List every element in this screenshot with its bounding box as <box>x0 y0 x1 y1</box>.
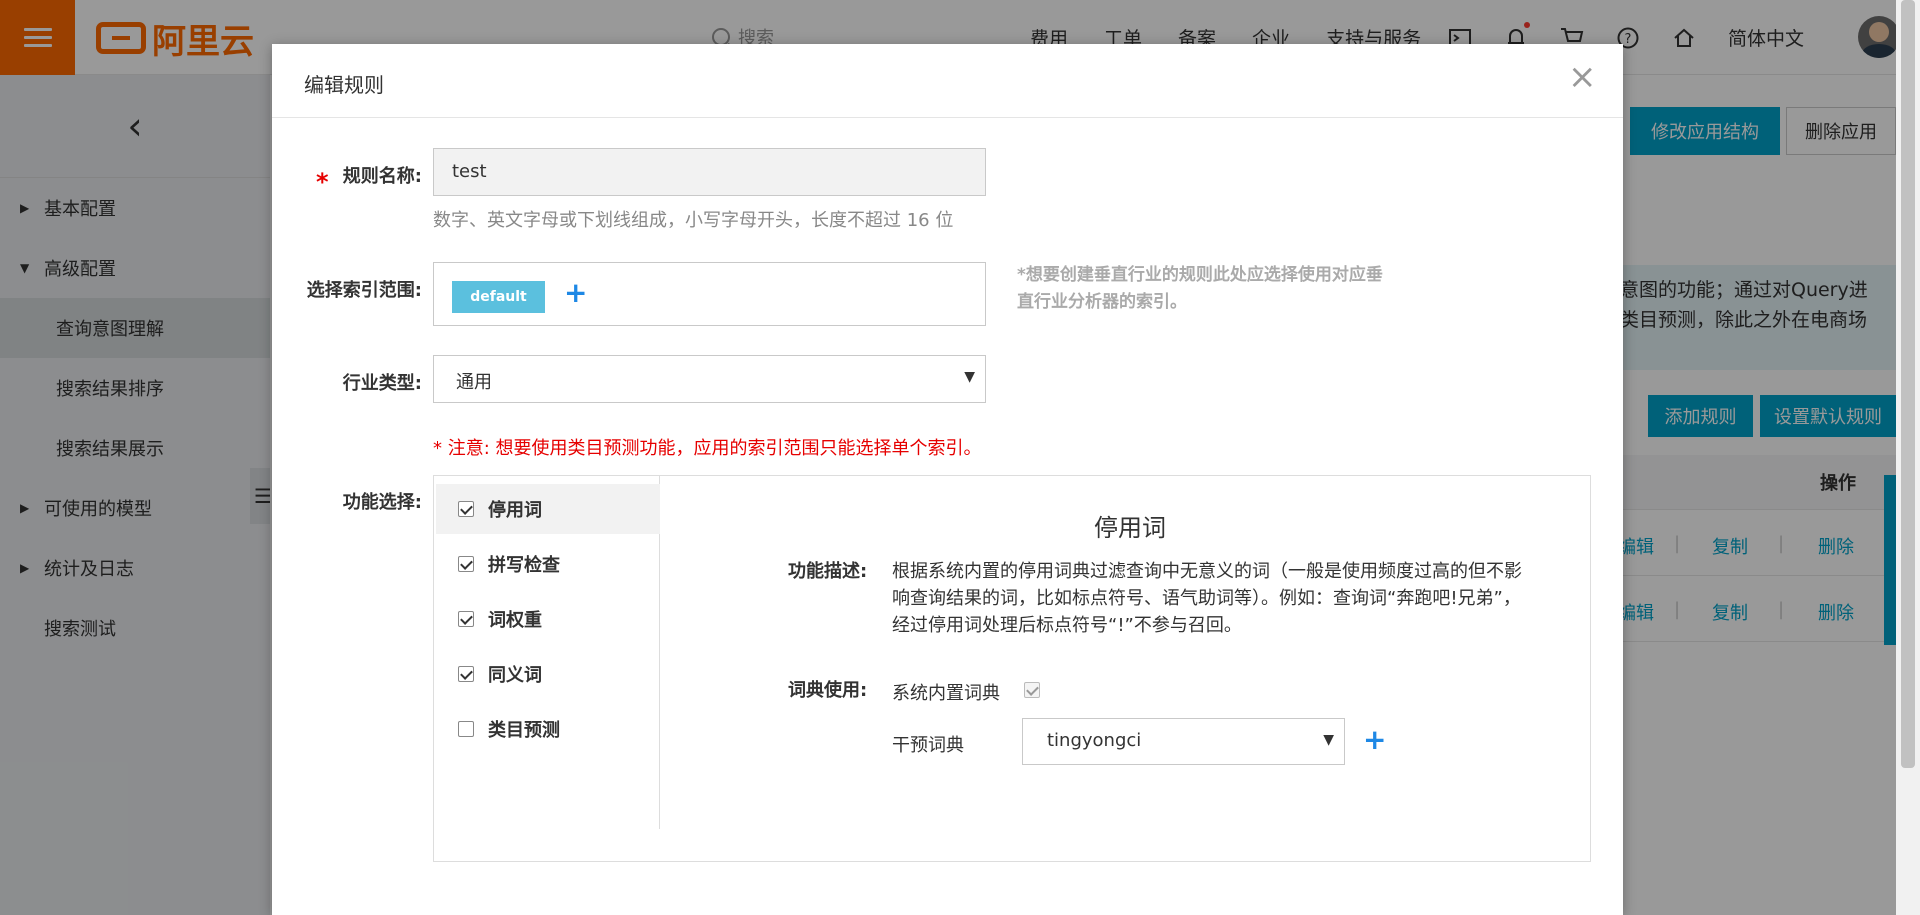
scrollbar-thumb[interactable] <box>1901 0 1915 768</box>
function-item-label: 类目预测 <box>488 720 560 741</box>
builtin-dict-label: 系统内置词典 <box>892 683 1000 704</box>
function-item-label: 拼写检查 <box>488 555 560 576</box>
function-select-label: 功能选择: <box>342 492 422 513</box>
detail-title: 停用词 <box>1094 514 1166 542</box>
category-predict-checkbox[interactable] <box>458 721 474 737</box>
dialog-header: 编辑规则 × <box>272 44 1623 118</box>
dictionary-label: 词典使用: <box>788 680 868 701</box>
index-range-field[interactable]: default + <box>433 262 986 326</box>
caret-down-icon: ▼ <box>1323 732 1334 748</box>
function-item-label: 同义词 <box>488 665 542 686</box>
close-icon[interactable]: × <box>1568 60 1597 94</box>
add-dict-plus-icon[interactable]: + <box>1363 726 1386 754</box>
stopwords-checkbox[interactable] <box>458 501 474 517</box>
add-index-plus-icon[interactable]: + <box>564 279 587 307</box>
function-list: 停用词 拼写检查 词权重 同义词 类目预测 <box>434 476 660 829</box>
function-item-synonym[interactable]: 同义词 <box>436 649 660 699</box>
function-item-category-predict[interactable]: 类目预测 <box>436 704 660 754</box>
rule-name-hint: 数字、英文字母或下划线组成，小写字母开头，长度不超过 16 位 <box>433 210 954 231</box>
index-range-label: 选择索引范围: <box>306 280 422 301</box>
intervene-dict-select[interactable]: tingyongci ▼ <box>1022 718 1345 765</box>
function-item-label: 词权重 <box>488 610 542 631</box>
description-text: 根据系统内置的停用词典过滤查询中无意义的词（一般是使用频度过高的但不影响查询结果… <box>892 561 1522 636</box>
category-warning: * 注意: 想要使用类目预测功能，应用的索引范围只能选择单个索引。 <box>433 438 982 459</box>
function-item-term-weight[interactable]: 词权重 <box>436 594 660 644</box>
spellcheck-checkbox[interactable] <box>458 556 474 572</box>
term-weight-checkbox[interactable] <box>458 611 474 627</box>
rule-name-label: 规则名称: <box>342 166 422 187</box>
edit-rule-dialog: 编辑规则 × * 规则名称: test 数字、英文字母或下划线组成，小写字母开头… <box>272 44 1623 915</box>
intervene-dict-label: 干预词典 <box>892 735 964 756</box>
industry-type-label: 行业类型: <box>342 373 422 394</box>
index-tag[interactable]: default <box>452 281 545 313</box>
index-note: *想要创建垂直行业的规则此处应选择使用对应垂直行业分析器的索引。 <box>1017 265 1383 312</box>
dialog-title: 编辑规则 <box>304 73 384 97</box>
required-asterisk: * <box>316 168 329 196</box>
industry-type-select[interactable]: 通用 ▼ <box>433 355 986 403</box>
page-scrollbar[interactable] <box>1896 0 1920 915</box>
intervene-dict-value: tingyongci <box>1047 730 1142 751</box>
function-item-stopwords[interactable]: 停用词 <box>436 484 660 534</box>
rule-name-input[interactable]: test <box>433 148 986 196</box>
description-label: 功能描述: <box>788 561 868 582</box>
industry-type-value: 通用 <box>456 372 492 393</box>
caret-down-icon: ▼ <box>964 369 975 385</box>
synonym-checkbox[interactable] <box>458 666 474 682</box>
builtin-dict-checkbox <box>1024 682 1040 698</box>
function-item-spellcheck[interactable]: 拼写检查 <box>436 539 660 589</box>
function-item-label: 停用词 <box>488 500 542 521</box>
function-panel: 停用词 拼写检查 词权重 同义词 类目预测 停用词 功能描述: 根据系统内置的停… <box>433 475 1591 862</box>
